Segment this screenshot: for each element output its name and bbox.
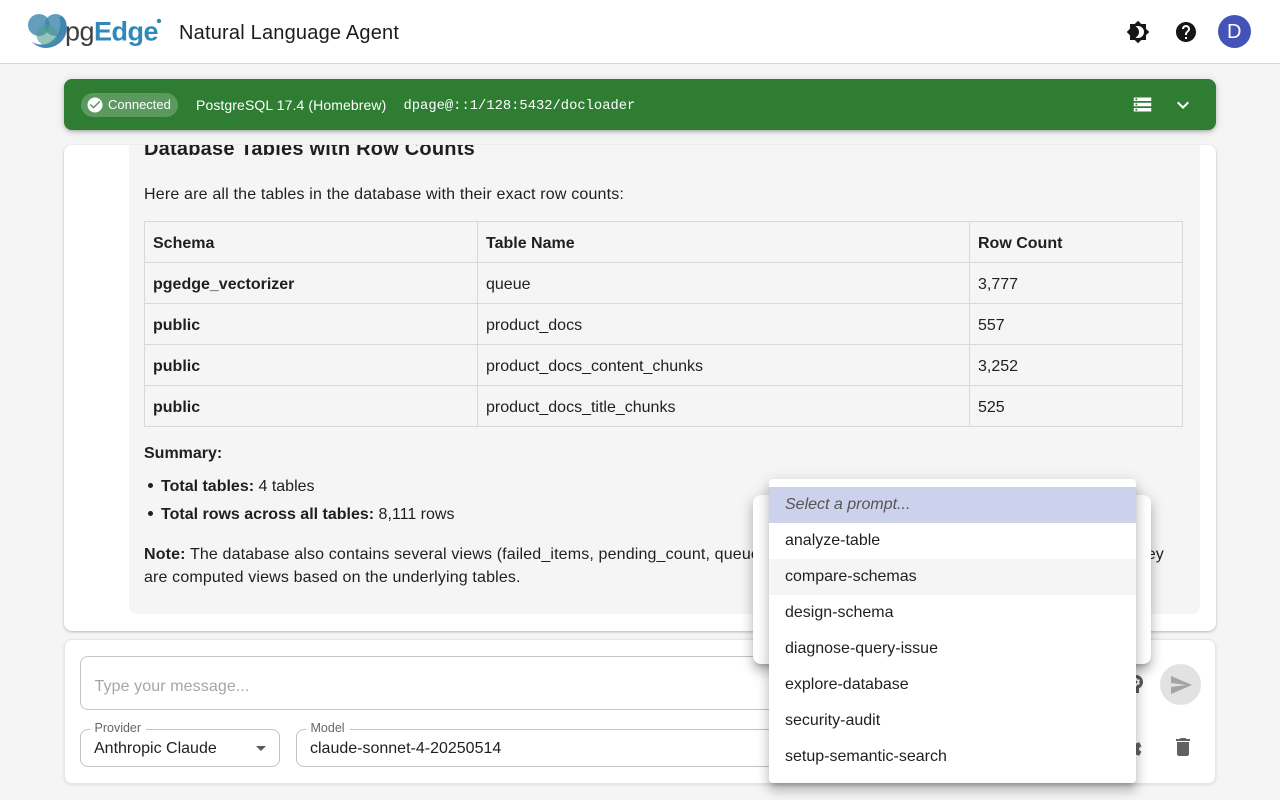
svg-text:pgEdge: pgEdge — [65, 17, 159, 47]
